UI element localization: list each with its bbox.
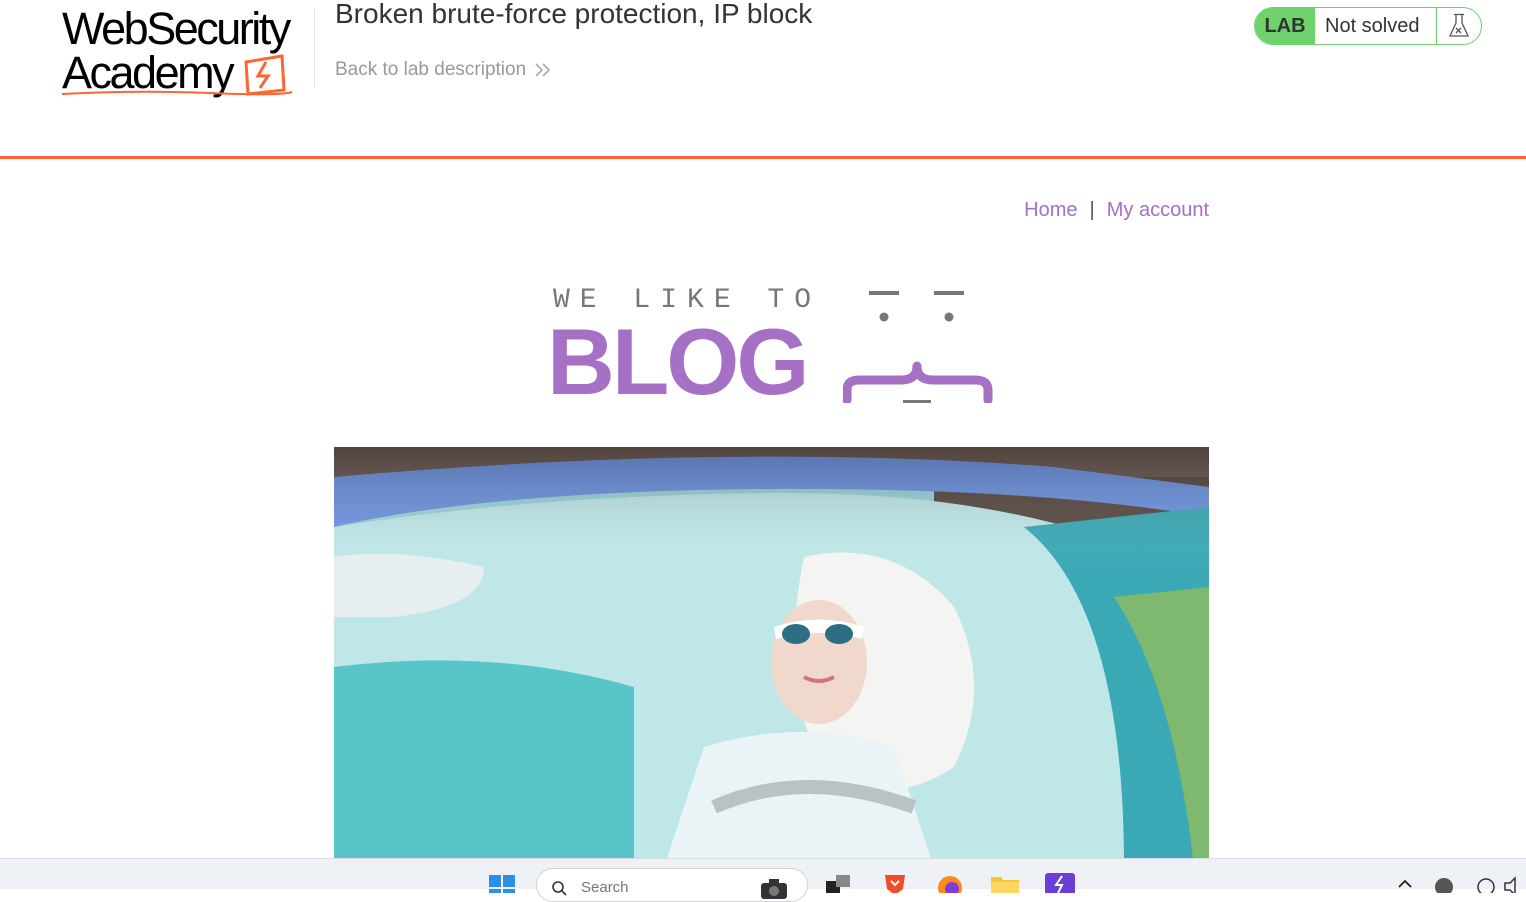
nav-my-account-link[interactable]: My account [1107,199,1209,221]
banner-title: BLOG [547,309,810,414]
back-link-label: Back to lab description [335,59,527,80]
burp-suite-icon[interactable] [1045,873,1075,893]
speaker-icon[interactable] [1502,873,1524,893]
academy-header: WebSecurity Academy Broken brute-force p… [0,0,1526,159]
banner-face-icon [843,291,993,403]
logo-underline [61,90,293,96]
nav-home-link[interactable]: Home [1024,199,1077,221]
nav-separator: | [1089,199,1095,221]
blog-hero-image[interactable] [334,447,1209,867]
search-icon [552,881,567,896]
brave-browser-icon[interactable] [880,873,910,893]
blog-nav: Home | My account [1024,199,1209,222]
firefox-icon[interactable] [935,873,965,893]
header-orange-rule [0,156,1526,159]
double-chevron-right-icon [535,63,551,77]
file-explorer-icon[interactable] [990,873,1020,893]
blog-banner: WE LIKE TO BLOG [545,280,995,412]
lab-status-text: Not solved [1325,14,1420,37]
header-divider [314,8,315,88]
volume-icon[interactable] [1475,873,1497,893]
lab-title: Broken brute-force protection, IP block [335,0,813,29]
network-icon[interactable] [1433,873,1455,893]
taskbar-search-box[interactable] [536,868,808,902]
web-security-academy-logo[interactable]: WebSecurity Academy [61,3,312,98]
camera-icon [761,879,787,899]
chevron-up-icon[interactable] [1395,873,1415,893]
lab-status-widget: LAB Not solved [1254,7,1482,45]
lab-badge: LAB [1255,8,1315,44]
logo-text-line1: WebSecurity [62,3,291,54]
windows-taskbar [0,858,1526,902]
flask-icon [1448,13,1470,37]
task-view-icon[interactable] [824,873,854,893]
hero-illustration [334,447,1209,867]
back-to-lab-description-link[interactable]: Back to lab description [335,59,552,81]
flask-icon-button[interactable] [1436,8,1481,44]
windows-start-icon[interactable] [487,873,517,893]
